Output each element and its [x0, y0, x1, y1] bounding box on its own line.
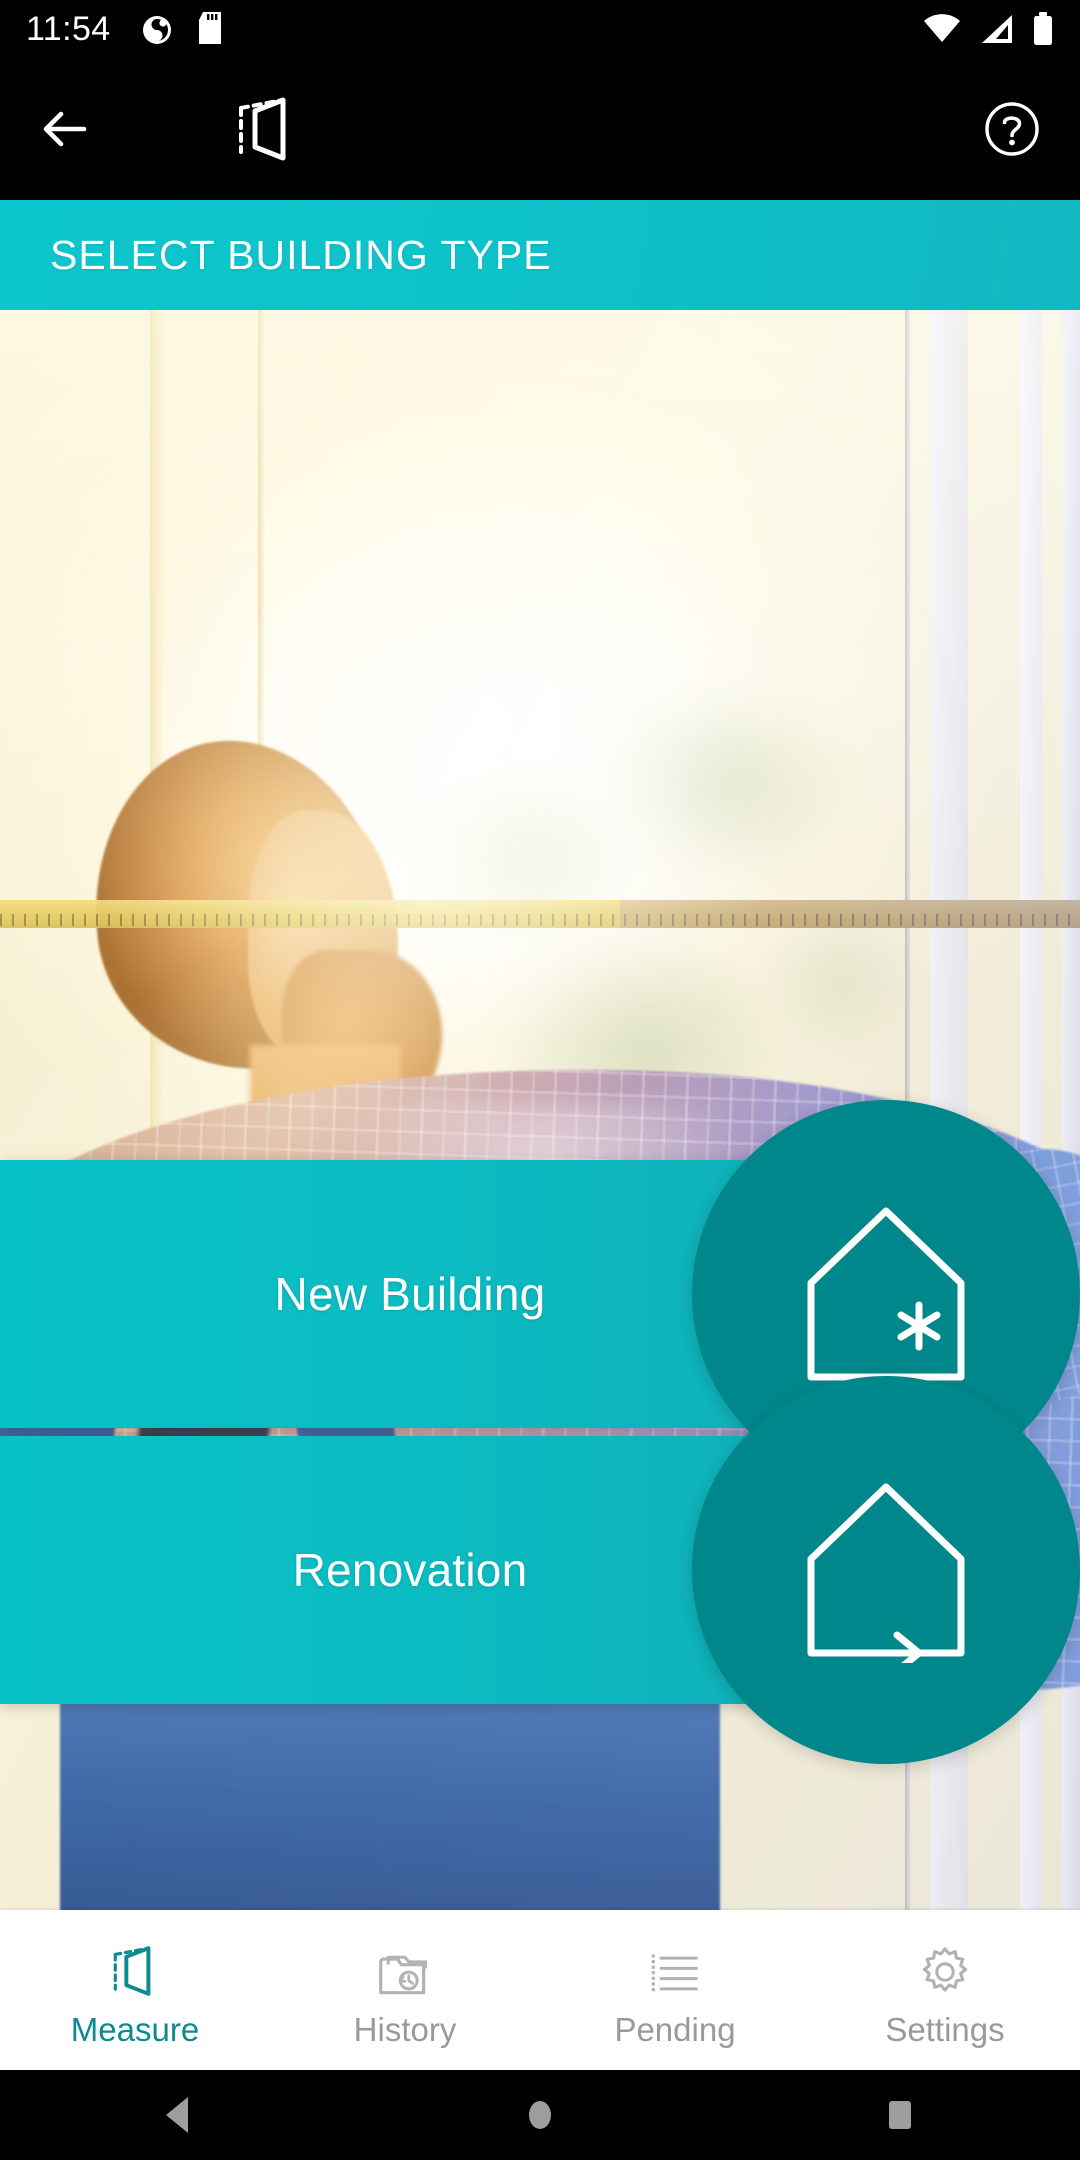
folder-history-icon — [377, 1943, 433, 1999]
android-system-nav — [0, 2070, 1080, 2160]
nav-item-history[interactable]: History — [270, 1910, 540, 2070]
nav-label-history: History — [353, 2010, 457, 2048]
triangle-back-icon — [166, 2097, 188, 2133]
nav-item-measure[interactable]: Measure — [0, 1910, 270, 2070]
phone-screen: New Building Renovation SELECT BUILDING … — [0, 0, 1080, 2160]
back-button[interactable] — [28, 92, 102, 166]
status-right-icons — [922, 11, 1054, 47]
choice-disc — [692, 1376, 1080, 1764]
system-home-button[interactable] — [360, 2093, 720, 2137]
wifi-icon — [924, 14, 960, 42]
page-title: SELECT BUILDING TYPE — [50, 231, 552, 278]
system-back-button[interactable] — [0, 2093, 360, 2137]
nav-label-pending: Pending — [614, 2010, 736, 2048]
clock-alarm-icon — [142, 16, 171, 44]
nav-label-measure: Measure — [70, 2010, 200, 2048]
battery-icon — [1034, 12, 1052, 45]
status-clock: 11:54 — [26, 10, 111, 48]
app-bar — [0, 58, 1080, 200]
gear-icon — [918, 1943, 972, 1999]
help-button[interactable] — [974, 91, 1050, 167]
room-measure-logo-icon — [239, 97, 286, 161]
help-circle-icon — [985, 102, 1039, 156]
house-with-arrow-icon — [807, 1483, 965, 1663]
status-left-icons — [139, 10, 227, 48]
back-arrow-icon — [43, 111, 87, 147]
choice-renovation[interactable]: Renovation — [0, 1376, 1080, 1764]
circle-home-icon — [529, 2101, 551, 2129]
page-title-bar: SELECT BUILDING TYPE — [0, 200, 1080, 310]
sd-card-icon — [198, 12, 221, 44]
nav-item-pending[interactable]: Pending — [540, 1910, 810, 2070]
house-with-asterisk-icon — [807, 1207, 965, 1381]
system-recents-button[interactable] — [720, 2093, 1080, 2137]
app-logo — [228, 91, 304, 167]
status-bar: 11:54 — [0, 0, 1080, 58]
room-measure-icon — [109, 1943, 161, 1999]
square-recents-icon — [889, 2101, 911, 2129]
nav-item-settings[interactable]: Settings — [810, 1910, 1080, 2070]
bottom-navigation: Measure History Pending Settings — [0, 1910, 1080, 2070]
cellular-signal-icon — [982, 15, 1012, 43]
nav-label-settings: Settings — [885, 2010, 1005, 2048]
list-lines-icon — [648, 1943, 702, 1999]
